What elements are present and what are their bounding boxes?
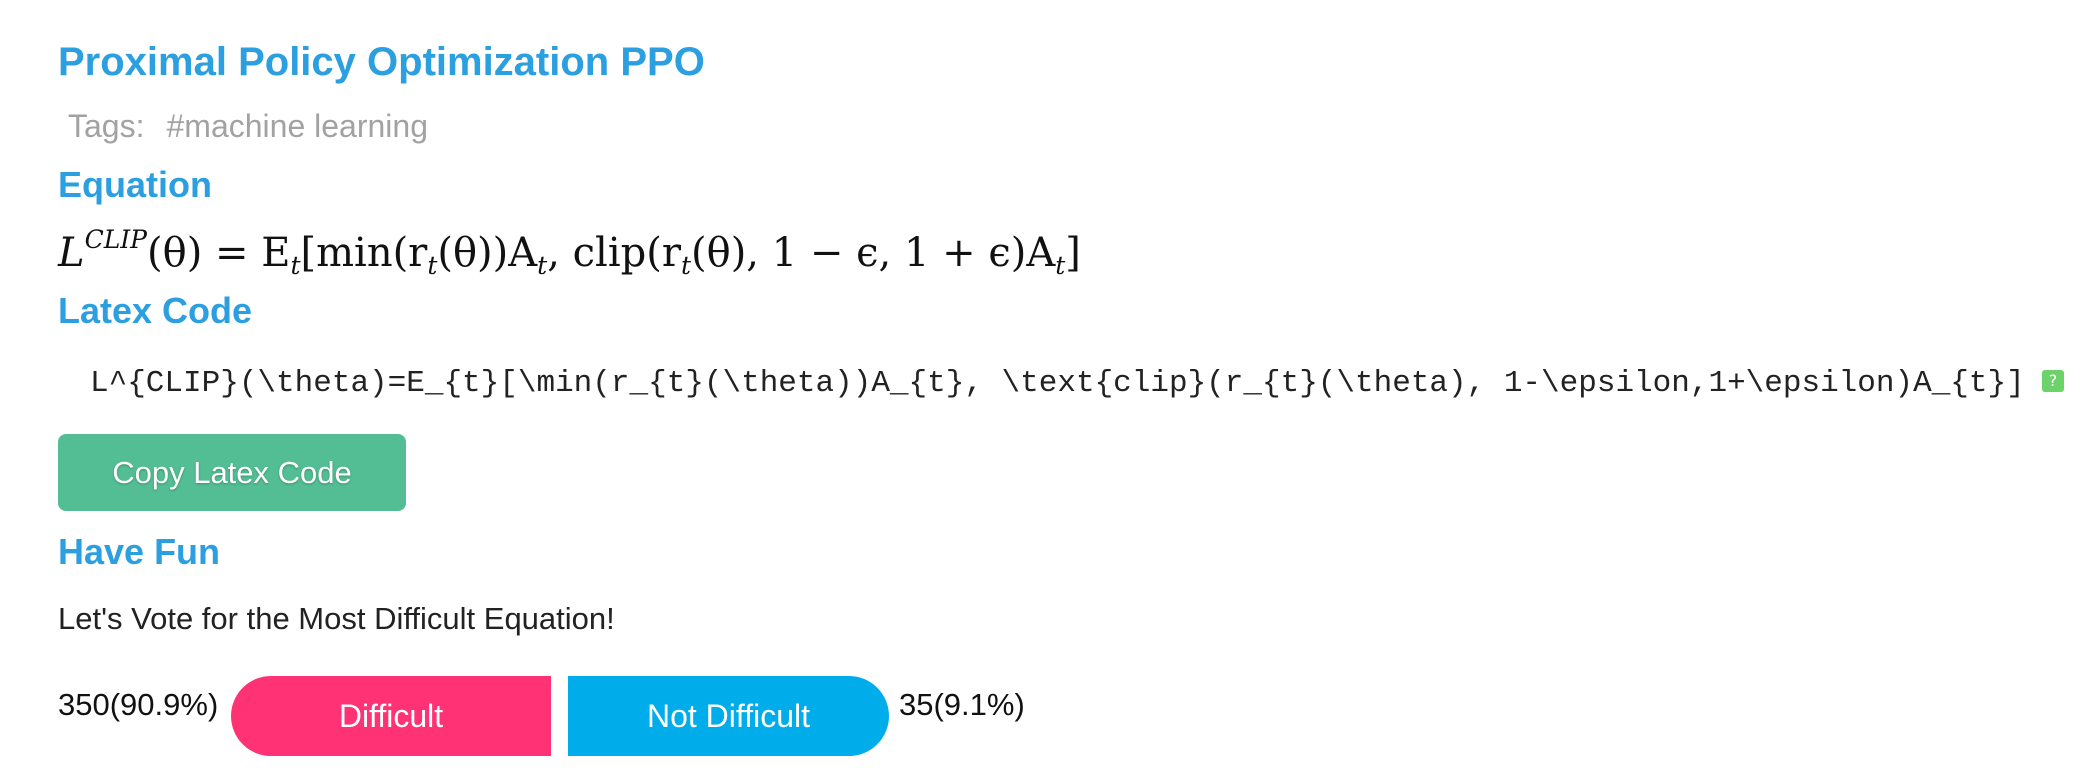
difficult-vote-button[interactable]: Difficult [231, 676, 551, 756]
have-fun-heading: Have Fun [58, 531, 221, 572]
copy-latex-button[interactable]: Copy Latex Code [58, 434, 406, 511]
equation-heading: Equation [58, 164, 212, 205]
tags-row: Tags: #machine learning [68, 108, 428, 145]
not-difficult-vote-count: 35(9.1%) [899, 687, 1025, 722]
latex-code-heading: Latex Code [58, 290, 253, 331]
tag-link[interactable]: #machine learning [166, 108, 428, 144]
tags-label: Tags: [68, 108, 145, 144]
equation-svg: LCLIP(θ) = Et[min(rt(θ))At, clip(rt(θ), … [57, 225, 1081, 280]
page-title: Proximal Policy Optimization PPO [58, 40, 705, 84]
vote-row: 350(90.9%) Difficult Not Difficult 35(9.… [58, 676, 1158, 756]
equation-text: LCLIP(θ) = Et[min(rt(θ))At, clip(rt(θ), … [57, 225, 1081, 280]
rendered-equation: LCLIP(θ) = Et[min(rt(θ))At, clip(rt(θ), … [57, 222, 1081, 282]
latex-code-block[interactable]: L^{CLIP}(\theta)=E_{t}[\min(r_{t}(\theta… [90, 366, 2080, 401]
help-icon[interactable]: ? [2042, 370, 2064, 392]
difficult-vote-count: 350(90.9%) [58, 687, 219, 722]
not-difficult-vote-button[interactable]: Not Difficult [568, 676, 889, 756]
equation-page: Proximal Policy Optimization PPO Tags: #m… [57, 0, 2080, 768]
vote-prompt: Let's Vote for the Most Difficult Equati… [58, 601, 615, 636]
